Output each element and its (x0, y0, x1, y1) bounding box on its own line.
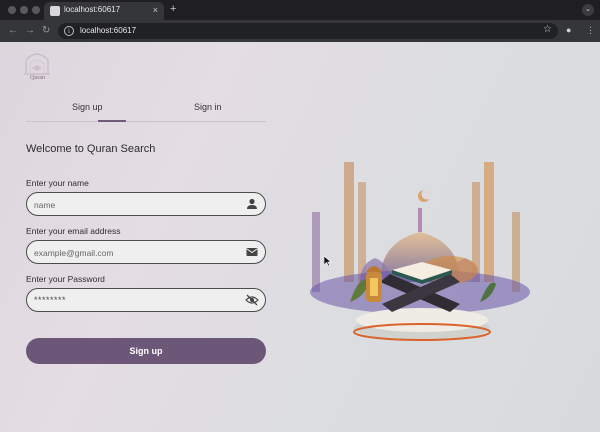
visibility-off-icon[interactable] (245, 293, 259, 307)
address-bar[interactable]: i localhost:60617 ☆ (58, 23, 558, 39)
email-field[interactable]: example@gmail.com (26, 240, 266, 264)
name-placeholder: name (34, 200, 56, 210)
auth-tabs: Sign up Sign in (26, 100, 266, 122)
favicon-icon (50, 6, 60, 16)
more-menu-icon[interactable]: ⋮ (586, 25, 595, 36)
password-label: Enter your Password (26, 274, 105, 284)
logo-text: Quran (30, 75, 45, 81)
page-content: Quran Sign up Sign in Welcome to Quran S… (0, 42, 600, 432)
sign-up-button[interactable]: Sign up (26, 338, 266, 364)
email-placeholder: example@gmail.com (34, 248, 114, 258)
star-icon[interactable]: ☆ (543, 24, 552, 35)
app-logo: Quran (20, 46, 54, 86)
mouse-cursor-icon (324, 256, 332, 266)
browser-toolbar: ← → ↻ i localhost:60617 ☆ ● ⋮ (0, 20, 600, 42)
url-text[interactable]: localhost:60617 (80, 26, 136, 35)
password-field[interactable]: ******** (26, 288, 266, 312)
reload-icon[interactable]: ↻ (42, 25, 50, 36)
tab-title: localhost:60617 (64, 5, 121, 14)
person-icon (247, 198, 257, 209)
mail-icon (246, 248, 258, 256)
welcome-heading: Welcome to Quran Search (26, 143, 156, 155)
mosque-quran-illustration (310, 162, 530, 341)
active-tab-indicator (98, 120, 126, 122)
browser-tab[interactable]: localhost:60617 × (44, 2, 164, 20)
close-tab-icon[interactable]: × (153, 5, 158, 15)
maximize-window-dot[interactable] (32, 6, 40, 14)
close-window-dot[interactable] (8, 6, 16, 14)
password-value: ******** (34, 295, 67, 305)
back-arrow-icon[interactable]: ← (8, 25, 18, 36)
tab-sign-in[interactable]: Sign in (194, 102, 222, 112)
forward-arrow-icon[interactable]: → (25, 25, 35, 36)
tab-sign-up[interactable]: Sign up (72, 102, 103, 112)
email-label: Enter your email address (26, 226, 121, 236)
tab-search-icon[interactable]: ⌄ (582, 4, 594, 16)
mosque-logo-icon (24, 53, 50, 75)
browser-tab-bar: localhost:60617 × + ⌄ (0, 0, 600, 20)
new-tab-button[interactable]: + (170, 3, 176, 15)
name-label: Enter your name (26, 178, 89, 188)
profile-icon[interactable]: ● (566, 25, 571, 35)
minimize-window-dot[interactable] (20, 6, 28, 14)
name-field[interactable]: name (26, 192, 266, 216)
info-icon[interactable]: i (64, 26, 74, 36)
